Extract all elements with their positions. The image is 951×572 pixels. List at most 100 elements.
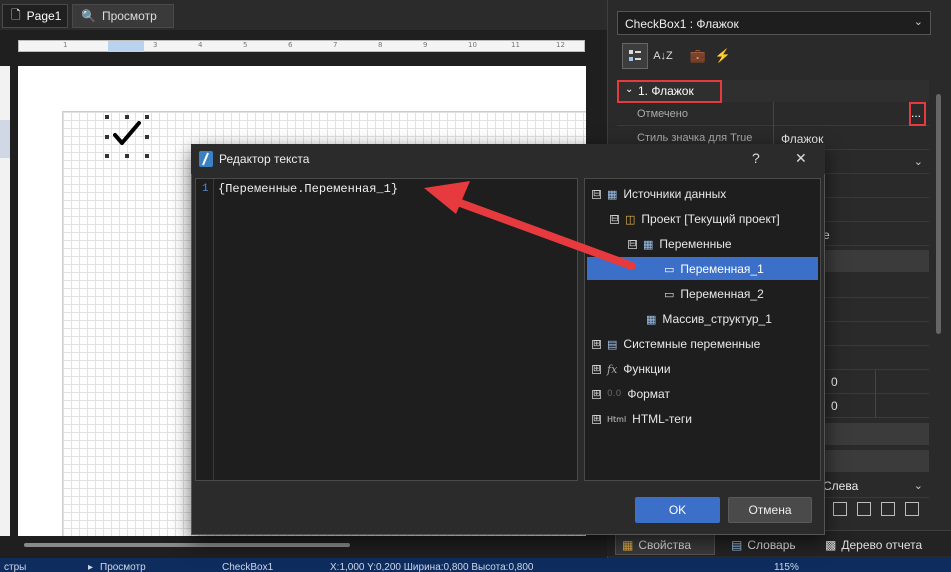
category-band-partial (823, 250, 929, 272)
variable-icon: ▭ (664, 287, 675, 301)
sort-alphabetical-button[interactable]: A↓Z (650, 43, 676, 69)
tree-node-label: Формат (627, 387, 670, 401)
property-cell-partial (823, 174, 929, 198)
tree-node-variable-1[interactable]: ▭ Переменная_1 (664, 258, 764, 280)
variable-icon: ▭ (664, 262, 675, 276)
alignment-dropdown[interactable]: Слева ⌄ (823, 474, 929, 498)
category-band-partial (823, 423, 929, 445)
ruler-number: 7 (333, 41, 338, 49)
tree-node-struct-array[interactable]: ▦ Массив_структур_1 (646, 308, 772, 330)
ruler-number: 8 (378, 41, 383, 49)
zoom-level[interactable]: 115% (774, 562, 799, 572)
resize-handle[interactable] (145, 115, 149, 119)
format-icon: 0.0 (607, 389, 622, 399)
collapse-icon[interactable]: ⊟ (610, 214, 619, 224)
expand-icon[interactable]: ⊞ (592, 389, 601, 399)
property-key: Отмечено (637, 108, 688, 120)
ok-button[interactable]: OK (635, 497, 720, 523)
tree-node-html-tags[interactable]: ⊞ Html HTML-теги (592, 408, 692, 430)
line-number-gutter: 1 (196, 179, 214, 480)
status-item: Просмотр (100, 562, 146, 572)
align-left-icon[interactable] (833, 502, 847, 516)
property-cell-partial (823, 198, 929, 222)
expand-icon[interactable]: ⊞ (592, 364, 601, 374)
property-row-checked[interactable]: Отмечено ... (617, 102, 929, 126)
tree-node-label: Проект [Текущий проект] (641, 212, 780, 226)
text-editor-icon (199, 151, 213, 167)
property-pages-button[interactable]: 💼 (685, 43, 711, 69)
tree-node-functions[interactable]: ⊞ fx Функции (592, 358, 671, 380)
align-right-icon[interactable] (881, 502, 895, 516)
tab-dictionary-label: Словарь (747, 537, 796, 552)
cancel-button-label: Отмена (748, 503, 792, 517)
function-icon: fx (607, 362, 618, 376)
resize-handle[interactable] (105, 115, 109, 119)
category-band-partial (823, 450, 929, 472)
tab-page1[interactable]: 🗋 Page1 (2, 4, 68, 28)
property-cell-partial (823, 322, 929, 346)
table-icon: ▦ (646, 312, 657, 326)
cancel-button[interactable]: Отмена (728, 497, 812, 523)
help-button[interactable]: ? (752, 150, 760, 166)
checkbox-component[interactable] (105, 115, 150, 158)
tree-node-data-sources[interactable]: ⊟ ▦ Источники данных (592, 183, 726, 205)
tab-properties[interactable]: ▦ Свойства (615, 534, 715, 555)
ruler-number: 3 (153, 41, 158, 49)
close-button[interactable]: ✕ (795, 150, 807, 167)
line-number: 1 (202, 183, 209, 195)
briefcase-icon: 💼 (689, 48, 707, 63)
tab-preview-label: Просмотр (101, 9, 157, 23)
resize-handle[interactable] (105, 154, 109, 158)
resize-handle[interactable] (145, 154, 149, 158)
dialog-titlebar: Редактор текста ? ✕ (191, 144, 825, 174)
ok-button-label: OK (668, 503, 687, 517)
tab-report-tree[interactable]: ▩ Дерево отчета (819, 534, 945, 555)
align-center-icon[interactable] (857, 502, 871, 516)
expression-text[interactable]: {Переменные.Переменная_1} (218, 182, 398, 196)
document-tab-bar: 🗋 Page1 🔍 Просмотр (0, 0, 607, 30)
expand-icon[interactable]: ⊞ (592, 414, 601, 424)
tree-node-project[interactable]: ⊟ ◫ Проект [Текущий проект] (610, 208, 780, 230)
tree-node-label: Источники данных (623, 187, 727, 201)
tree-node-variables[interactable]: ⊟ ▦ Переменные (628, 233, 732, 255)
tree-node-label: Функции (623, 362, 671, 376)
categorized-view-button[interactable] (622, 43, 648, 69)
property-cell-partial (823, 298, 929, 322)
margin-cell[interactable]: 0 (823, 394, 929, 418)
ruler-number: 4 (198, 41, 203, 49)
property-dropdown-partial[interactable]: ⌄ (823, 150, 929, 174)
margin-cell[interactable]: 0 (823, 370, 929, 394)
horizontal-scrollbar[interactable] (24, 543, 350, 547)
status-bar: стры ▸ Просмотр CheckBox1 X:1,000 Y:0,20… (0, 558, 951, 572)
tree-node-system-variables[interactable]: ⊞ ▤ Системные переменные (592, 333, 760, 355)
chevron-down-icon: ⌄ (913, 480, 923, 492)
events-button[interactable]: ⚡ (710, 43, 736, 69)
ruler-number: 1 (63, 41, 68, 49)
property-key: Стиль значка для True (637, 132, 753, 144)
tab-dictionary[interactable]: ▤ Словарь (725, 534, 811, 555)
object-selector-value: CheckBox1 : Флажок (625, 17, 739, 31)
properties-scrollbar[interactable] (936, 94, 941, 334)
resize-handle[interactable] (145, 135, 149, 139)
resize-handle[interactable] (125, 115, 129, 119)
align-justify-icon[interactable] (905, 502, 919, 516)
ruler-number: 12 (556, 41, 565, 49)
tree-node-variable-2[interactable]: ▭ Переменная_2 (664, 283, 764, 305)
status-component: CheckBox1 (222, 562, 274, 572)
resize-handle[interactable] (125, 154, 129, 158)
chevron-down-icon: ⌄ (913, 156, 923, 168)
collapse-icon[interactable]: ⊟ (592, 189, 601, 199)
properties-icon: ▦ (622, 537, 634, 552)
margin-value: 0 (831, 399, 838, 413)
alignment-buttons (823, 498, 929, 522)
expand-icon[interactable]: ⊞ (592, 339, 601, 349)
tab-preview[interactable]: 🔍 Просмотр (72, 4, 174, 28)
ruler-selection-highlight (108, 41, 144, 52)
collapse-icon[interactable]: ⊟ (628, 239, 637, 249)
ruler-number: 10 (468, 41, 477, 49)
resize-handle[interactable] (105, 135, 109, 139)
object-selector[interactable]: CheckBox1 : Флажок ⌄ (617, 11, 931, 35)
expression-editor[interactable]: 1 {Переменные.Переменная_1} (195, 178, 578, 481)
tree-node-label: Переменная_2 (680, 287, 764, 301)
tree-node-format[interactable]: ⊞ 0.0 Формат (592, 383, 670, 405)
